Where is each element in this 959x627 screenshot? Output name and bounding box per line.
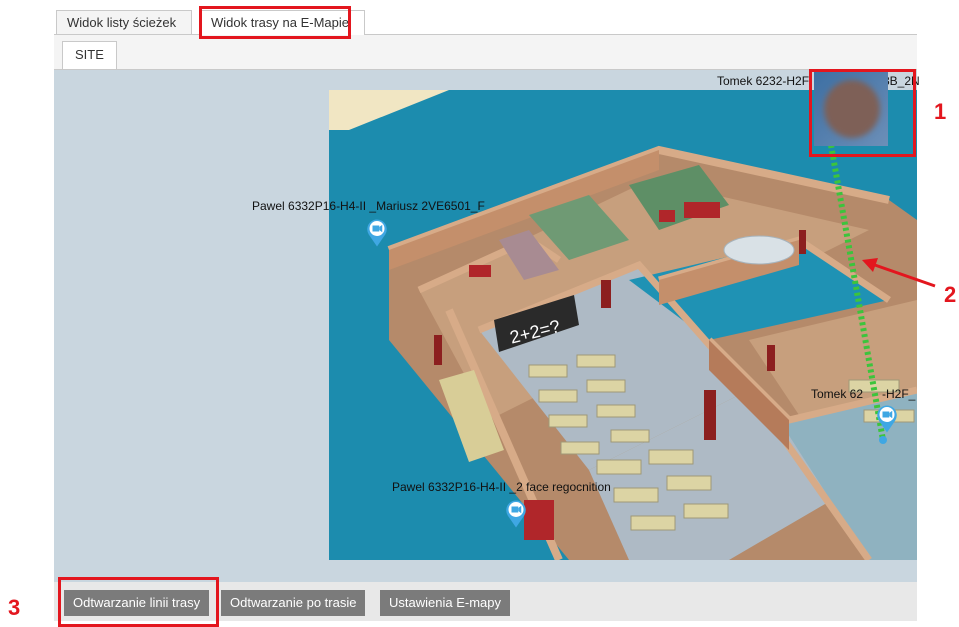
annotation-arrow (862, 258, 936, 288)
annotation-number-3: 3 (8, 595, 21, 620)
annotation-number-1: 1 (934, 99, 947, 124)
annotation-number-2: 2 (944, 282, 957, 307)
